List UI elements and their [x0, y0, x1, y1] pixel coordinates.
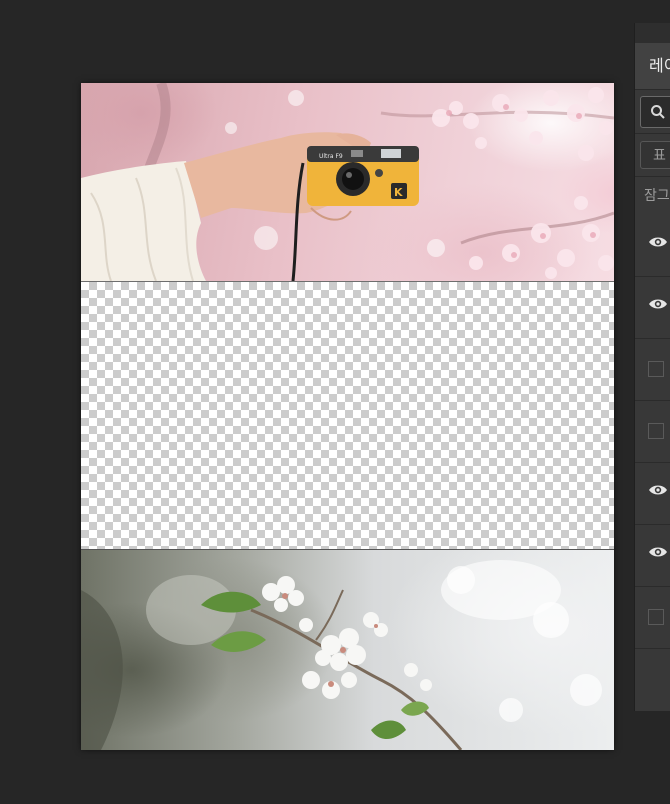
layer-row[interactable] — [635, 277, 670, 339]
canvas-document[interactable]: Ultra F9 K — [81, 83, 614, 750]
divider — [635, 176, 670, 177]
visibility-toggle-off[interactable] — [648, 361, 664, 377]
camera-brand-text: Ultra F9 — [319, 153, 343, 160]
divider — [635, 89, 670, 90]
visibility-toggle-off[interactable] — [648, 609, 664, 625]
layer-filter-search[interactable] — [640, 96, 670, 128]
layer-row[interactable] — [635, 525, 670, 587]
visibility-toggle-off[interactable] — [648, 423, 664, 439]
cherry-blossom-camera-photo: Ultra F9 K — [81, 83, 614, 281]
eye-icon[interactable] — [648, 545, 668, 559]
layer-row[interactable] — [635, 401, 670, 463]
transparent-layer-area — [81, 282, 614, 549]
layers-panel: 레이 표 잠그 — [634, 23, 670, 711]
lock-label: 잠그 — [644, 188, 670, 204]
layer-row[interactable] — [635, 215, 670, 277]
blend-mode-dropdown[interactable]: 표 — [640, 141, 670, 169]
eye-icon[interactable] — [648, 483, 668, 497]
layer-row[interactable] — [635, 339, 670, 401]
camera-logo-text: K — [394, 186, 403, 199]
eye-icon[interactable] — [648, 235, 668, 249]
eye-icon[interactable] — [648, 297, 668, 311]
layer-row[interactable] — [635, 587, 670, 649]
white-blossom-branch-photo — [81, 550, 614, 750]
divider — [635, 133, 670, 134]
search-icon — [651, 105, 665, 119]
layer-row[interactable] — [635, 463, 670, 525]
tab-layers[interactable]: 레이 — [635, 43, 670, 89]
panel-tab-bar — [635, 23, 670, 44]
